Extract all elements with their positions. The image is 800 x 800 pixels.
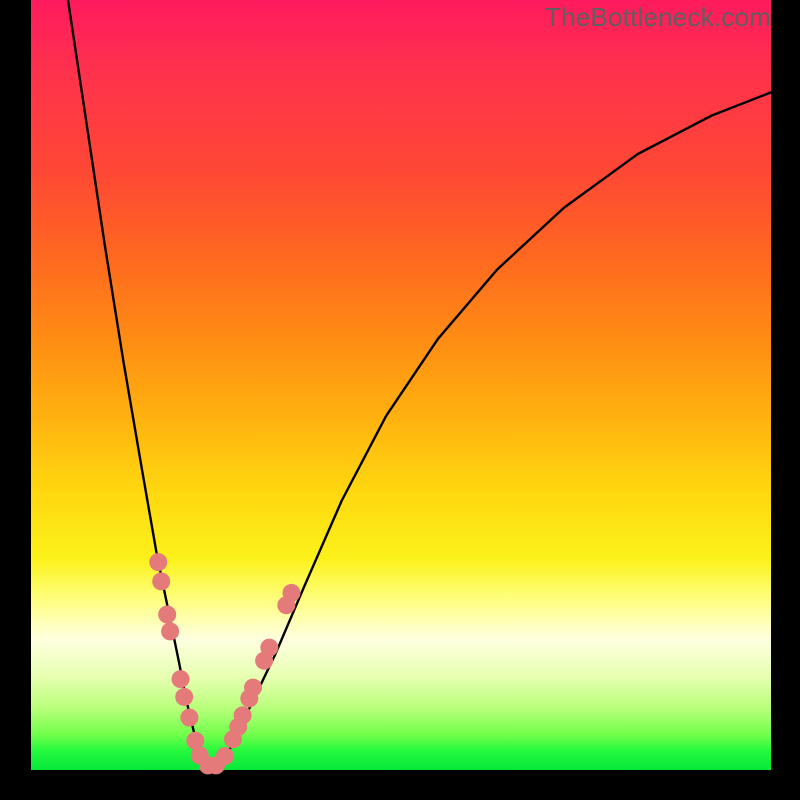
data-marker	[152, 572, 170, 590]
data-marker	[244, 679, 262, 697]
data-marker	[158, 606, 176, 624]
data-marker	[161, 622, 179, 640]
data-marker	[172, 670, 190, 688]
data-marker	[149, 553, 167, 571]
data-marker	[260, 639, 278, 657]
data-marker	[283, 584, 301, 602]
chart-frame: TheBottleneck.com	[31, 0, 771, 770]
data-markers	[149, 553, 300, 774]
data-marker	[234, 706, 252, 724]
data-marker	[216, 747, 234, 765]
bottleneck-plot	[31, 0, 771, 770]
data-marker	[180, 709, 198, 727]
data-marker	[175, 688, 193, 706]
watermark-text: TheBottleneck.com	[545, 2, 771, 33]
bottleneck-curve	[68, 0, 771, 766]
